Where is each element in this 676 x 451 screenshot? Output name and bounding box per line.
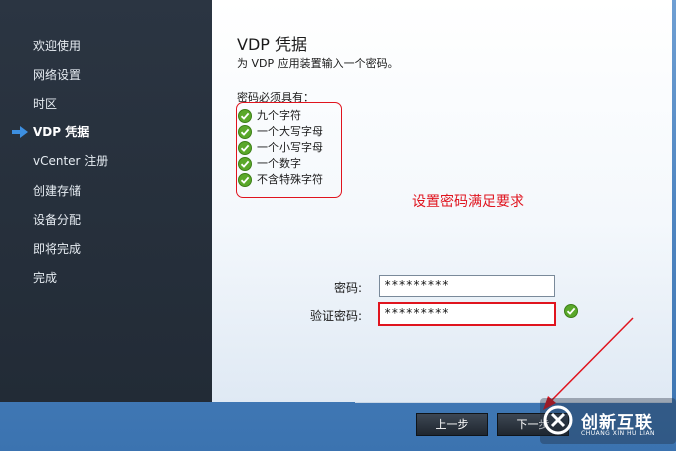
- check-circle-icon: [238, 125, 252, 139]
- check-circle-icon: [238, 141, 252, 155]
- confirm-password-label: 验证密码:: [309, 309, 362, 323]
- requirement-label: 一个大写字母: [257, 125, 323, 138]
- sidebar-item-device-allocation[interactable]: 设备分配: [33, 213, 81, 227]
- sidebar-item-network-settings[interactable]: 网络设置: [33, 68, 81, 82]
- back-button[interactable]: 上一步: [416, 413, 488, 436]
- sidebar-item-create-storage[interactable]: 创建存储: [33, 184, 81, 198]
- page-subtitle: 为 VDP 应用装置输入一个密码。: [237, 57, 399, 70]
- check-circle-icon: [238, 109, 252, 123]
- check-circle-icon: [238, 173, 252, 187]
- check-circle-icon: [238, 157, 252, 171]
- password-label: 密码:: [333, 281, 362, 295]
- arrow-right-icon: [12, 126, 28, 138]
- watermark-subtext: CHUANG XIN HU LIAN: [581, 430, 656, 437]
- page-title: VDP 凭据: [237, 35, 308, 54]
- confirm-password-input[interactable]: *********: [378, 302, 556, 326]
- sidebar-item-ready-to-complete[interactable]: 即将完成: [33, 242, 81, 256]
- requirement-label: 九个字符: [257, 109, 301, 122]
- sidebar-item-vdp-credentials[interactable]: VDP 凭据: [33, 125, 89, 139]
- sidebar-item-timezone[interactable]: 时区: [33, 97, 57, 111]
- requirement-label: 不含特殊字符: [257, 173, 323, 186]
- requirement-label: 一个数字: [257, 157, 301, 170]
- vdp-wizard-window: 欢迎使用 网络设置 时区 VDP 凭据 vCenter 注册 创建存储 设备分配…: [0, 0, 676, 451]
- requirement-label: 一个小写字母: [257, 141, 323, 154]
- sidebar-item-complete[interactable]: 完成: [33, 271, 57, 285]
- sidebar-item-vcenter-registration[interactable]: vCenter 注册: [33, 154, 108, 168]
- wizard-sidebar: 欢迎使用 网络设置 时区 VDP 凭据 vCenter 注册 创建存储 设备分配…: [0, 0, 212, 402]
- check-circle-icon: [564, 304, 578, 318]
- password-input[interactable]: *********: [379, 275, 555, 297]
- sidebar-item-welcome[interactable]: 欢迎使用: [33, 39, 81, 53]
- wizard-content-panel: VDP 凭据 为 VDP 应用装置输入一个密码。 密码必须具有： 九个字符 一个…: [212, 0, 672, 402]
- annotation-note: 设置密码满足要求: [412, 194, 524, 210]
